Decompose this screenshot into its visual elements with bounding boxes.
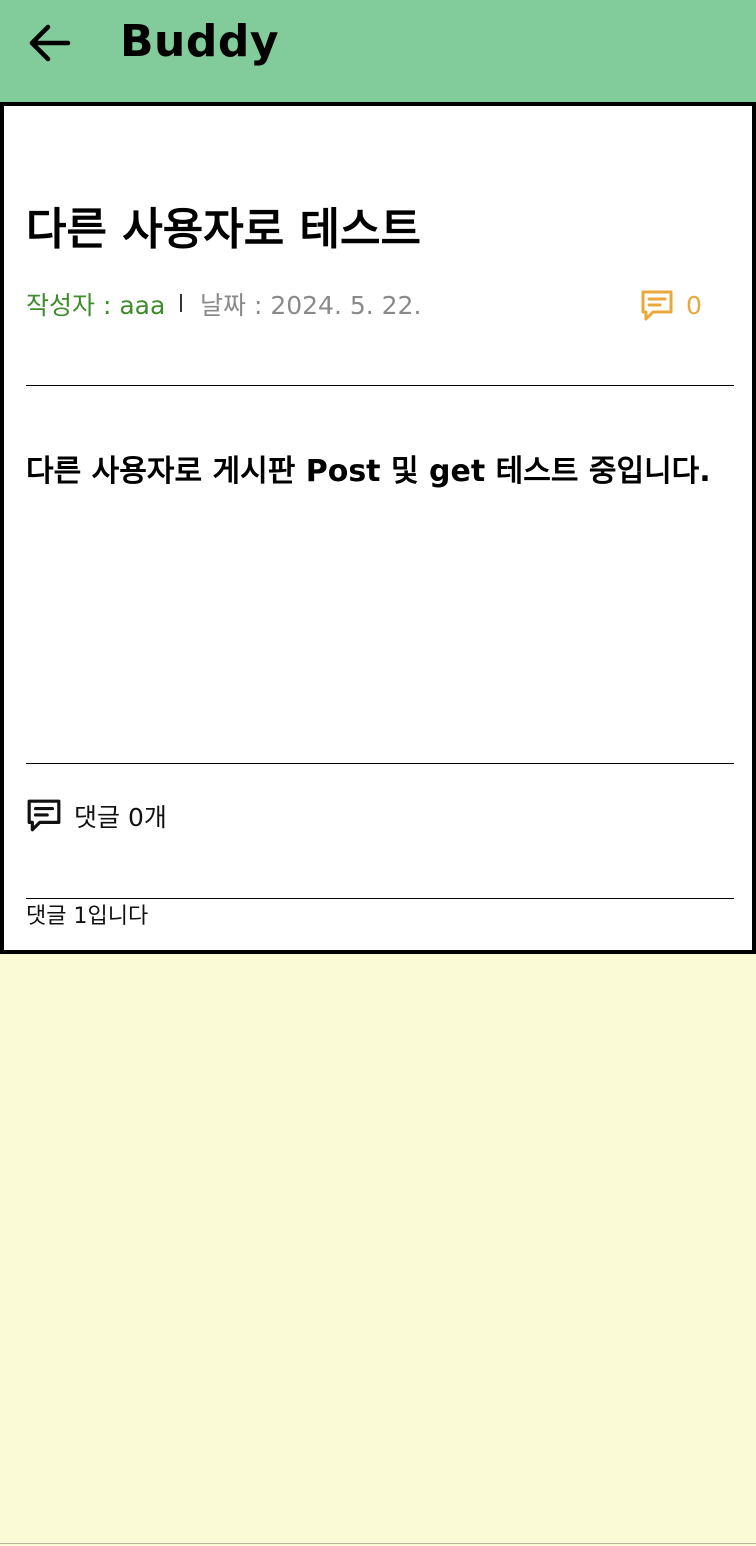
back-button[interactable]: [22, 16, 76, 70]
post-comment-count: 0: [640, 286, 702, 326]
post-card: 다른 사용자로 테스트 작성자 : aaa 날짜 : 2024. 5. 22. …: [0, 102, 756, 954]
post-title: 다른 사용자로 테스트: [26, 204, 421, 255]
post-body: 다른 사용자로 게시판 Post 및 get 테스트 중입니다.: [26, 454, 711, 489]
app-bar: Buddy: [0, 0, 756, 102]
bottom-edge: [0, 1543, 756, 1544]
comment-divider: [26, 898, 734, 899]
app-title: Buddy: [120, 16, 280, 67]
comment-summary[interactable]: 댓글 0개: [26, 796, 167, 836]
comment-count-value: 0: [686, 291, 702, 320]
post-author: 작성자 : aaa: [26, 291, 166, 320]
comment-summary-label: 댓글 0개: [74, 803, 167, 832]
post-date: 날짜 : 2024. 5. 22.: [200, 291, 422, 320]
meta-separator: [180, 294, 182, 312]
body-divider: [26, 763, 734, 764]
comment-icon: [641, 290, 673, 321]
comment-icon: [27, 799, 61, 832]
arrow-left-icon: [29, 24, 71, 62]
header-divider: [26, 385, 734, 386]
post-meta: 작성자 : aaa 날짜 : 2024. 5. 22. 0: [26, 286, 716, 326]
comment-item: 댓글 1입니다: [26, 904, 149, 929]
